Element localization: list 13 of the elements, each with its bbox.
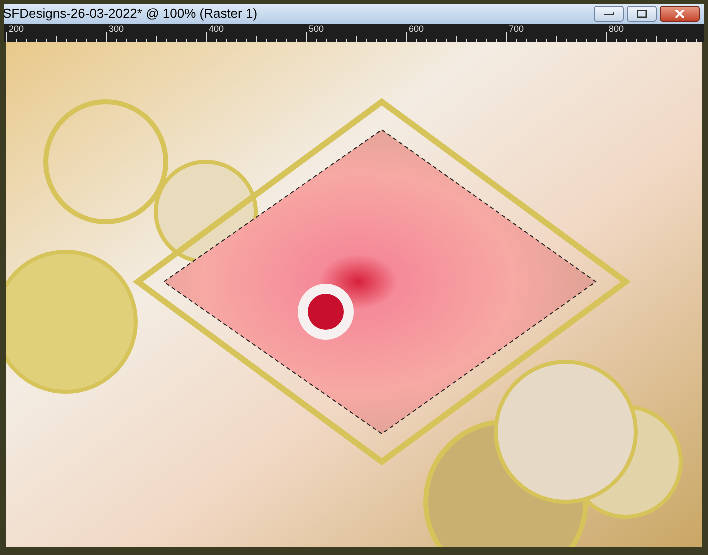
ruler-label: 700 [509, 24, 524, 34]
close-button[interactable] [660, 6, 700, 22]
ruler-label: 200 [9, 24, 24, 34]
restore-button[interactable] [627, 6, 657, 22]
ruler-label: 500 [309, 24, 324, 34]
minimize-icon [604, 12, 614, 16]
ruler-label: 800 [609, 24, 624, 34]
ruler-label: 400 [209, 24, 224, 34]
minimize-button[interactable] [594, 6, 624, 22]
ruler-label: 300 [109, 24, 124, 34]
ruler-label: 600 [409, 24, 424, 34]
close-icon [675, 10, 685, 18]
restore-icon [637, 10, 647, 18]
